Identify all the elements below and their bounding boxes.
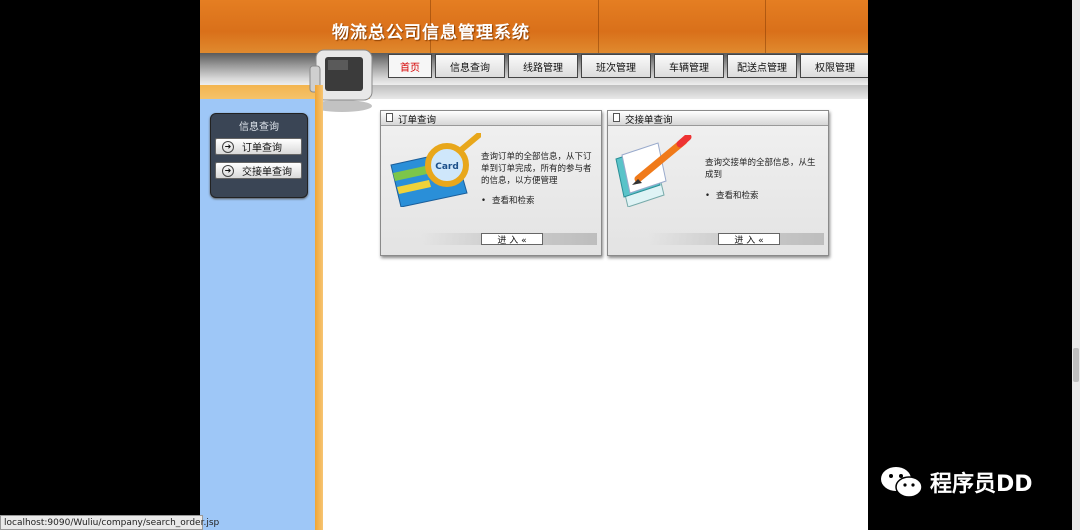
app-page: 物流总公司信息管理系统 首页 信息查询 线路管理 班次管理 车辆管理 配送点管理… bbox=[200, 0, 868, 530]
sidebar-item-label: 交接单查询 bbox=[242, 167, 292, 178]
card-order-query: 订单查询 Card 查询订单的全部信息，从下订单到订单完成，所有的参与者的信息，… bbox=[380, 110, 602, 256]
header-banner: 物流总公司信息管理系统 bbox=[200, 0, 868, 53]
card-image-text: Card bbox=[435, 162, 459, 172]
watermark-text: 程序员DD bbox=[930, 472, 1033, 497]
card-bullet: 查看和检索 bbox=[481, 194, 535, 206]
tab-schedule-management[interactable]: 班次管理 bbox=[581, 54, 651, 78]
enter-button[interactable]: 进 入 « bbox=[718, 233, 780, 246]
watermark: 程序员DD bbox=[880, 465, 1033, 499]
header-divider bbox=[765, 0, 766, 53]
card-header: 交接单查询 bbox=[608, 111, 828, 126]
status-bar-url: localhost:9090/Wuliu/company/search_orde… bbox=[0, 515, 219, 530]
tab-permission-management[interactable]: 权限管理 bbox=[800, 54, 868, 78]
tab-info-query[interactable]: 信息查询 bbox=[435, 54, 505, 78]
arrow-circle-icon: ➜ bbox=[222, 164, 234, 177]
sidebar-item-order-query[interactable]: ➜ 订单查询 bbox=[215, 138, 302, 155]
sidebar-item-handover-query[interactable]: ➜ 交接单查询 bbox=[215, 162, 302, 179]
document-icon bbox=[386, 113, 393, 122]
nav-strip-right bbox=[370, 85, 868, 99]
card-bullet: 查看和检索 bbox=[705, 189, 759, 201]
tab-home[interactable]: 首页 bbox=[388, 54, 432, 78]
card-title: 交接单查询 bbox=[625, 115, 673, 126]
main-nav: 首页 信息查询 线路管理 班次管理 车辆管理 配送点管理 权限管理 bbox=[388, 54, 868, 79]
card-pencil-icon bbox=[615, 135, 692, 207]
sidebar-item-label: 订单查询 bbox=[242, 143, 282, 154]
enter-button[interactable]: 进 入 « bbox=[481, 233, 543, 246]
scrollbar-thumb[interactable] bbox=[1073, 348, 1079, 382]
card-header: 订单查询 bbox=[381, 111, 601, 126]
sidebar-panel: 信息查询 ➜ 订单查询 ➜ 交接单查询 bbox=[210, 113, 308, 198]
card-description: 查询订单的全部信息，从下订单到订单完成，所有的参与者的信息，以方便管理 bbox=[481, 152, 592, 186]
card-description: 查询交接单的全部信息，从生成到 bbox=[705, 158, 816, 180]
tab-route-management[interactable]: 线路管理 bbox=[508, 54, 578, 78]
sidebar-edge bbox=[315, 85, 323, 530]
card-magnifier-icon: Card bbox=[390, 133, 481, 207]
document-icon bbox=[613, 113, 620, 122]
tab-delivery-point-management[interactable]: 配送点管理 bbox=[727, 54, 797, 78]
card-title: 订单查询 bbox=[398, 115, 437, 126]
scrollbar-track[interactable] bbox=[1072, 0, 1080, 530]
card-handover-query: 交接单查询 查询交接单的全部信息，从生成到 查看和检索 进 入 « bbox=[607, 110, 829, 256]
sidebar: 信息查询 ➜ 订单查询 ➜ 交接单查询 bbox=[200, 99, 315, 530]
sidebar-title: 信息查询 bbox=[239, 122, 279, 133]
tab-vehicle-management[interactable]: 车辆管理 bbox=[654, 54, 724, 78]
app-title: 物流总公司信息管理系统 bbox=[332, 23, 530, 43]
arrow-circle-icon: ➜ bbox=[222, 140, 234, 153]
header-divider bbox=[598, 0, 599, 53]
wechat-icon bbox=[881, 467, 923, 498]
